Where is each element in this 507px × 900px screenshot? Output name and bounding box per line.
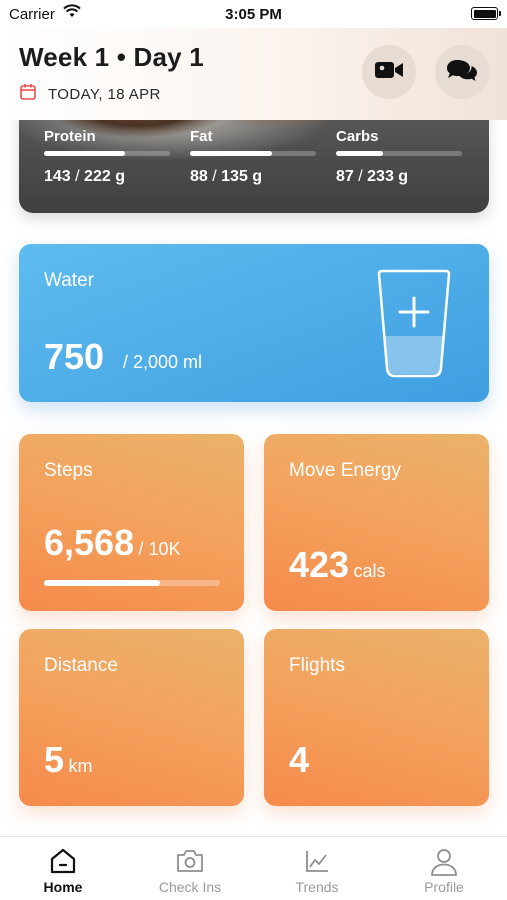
today-date: TODAY, 18 APR <box>48 85 161 103</box>
macro-value: 87 / 233 g <box>336 168 409 185</box>
chat-bubbles-icon <box>446 57 478 88</box>
calendar-icon <box>20 83 36 105</box>
dashboard-content[interactable]: Protein 143 / 222 g Fat 88 / 135 g Carbs… <box>0 120 507 836</box>
home-icon <box>49 847 77 880</box>
chart-icon <box>303 847 331 880</box>
macro-progress-bar <box>336 151 462 156</box>
chat-button[interactable] <box>435 45 489 99</box>
tab-label: Profile <box>424 879 464 895</box>
nutrition-card[interactable]: Protein 143 / 222 g Fat 88 / 135 g Carbs… <box>19 120 489 213</box>
tab-label: Home <box>43 879 83 895</box>
steps-value-row: 6,568 / 10K <box>44 522 181 564</box>
steps-goal: / 10K <box>138 539 181 559</box>
macro-progress-fill <box>190 151 273 156</box>
flights-value-row: 4 <box>289 739 309 781</box>
macro-protein: Protein 143 / 222 g <box>44 128 170 186</box>
water-goal: / 2,000 ml <box>123 352 203 372</box>
steps-label: Steps <box>44 460 93 481</box>
macro-label: Fat <box>190 128 213 145</box>
camera-icon <box>175 847 205 880</box>
move-energy-label: Move Energy <box>289 460 401 481</box>
tab-label: Check Ins <box>158 879 222 895</box>
steps-value: 6,568 <box>44 522 135 563</box>
macro-goal: 222 g <box>84 168 125 185</box>
status-bar: Carrier 3:05 PM <box>0 0 507 28</box>
steps-card[interactable]: Steps 6,568 / 10K <box>19 434 244 611</box>
macro-goal: 233 g <box>367 168 409 185</box>
macro-value: 88 / 135 g <box>190 168 263 185</box>
macro-consumed: 143 <box>44 168 71 185</box>
flights-label: Flights <box>289 655 345 676</box>
steps-progress-bar <box>44 580 220 586</box>
move-energy-value: 423 <box>289 544 350 585</box>
macro-value: 143 / 222 g <box>44 168 125 185</box>
macro-progress-fill <box>336 151 383 156</box>
macro-consumed: 87 <box>336 168 354 185</box>
profile-icon <box>429 847 459 882</box>
water-value: 750 <box>44 336 105 377</box>
tab-label: Trends <box>295 879 339 895</box>
macro-progress-fill <box>44 151 126 156</box>
distance-card[interactable]: Distance 5 km <box>19 629 244 806</box>
distance-value-row: 5 km <box>44 739 92 781</box>
macro-label: Carbs <box>336 128 379 145</box>
date-row: TODAY, 18 APR <box>20 83 161 105</box>
water-card[interactable]: Water 750 / 2,000 ml <box>19 244 489 402</box>
move-energy-value-row: 423 cals <box>289 544 386 586</box>
add-water-glass-icon[interactable] <box>375 268 453 385</box>
steps-progress-fill <box>44 580 160 586</box>
macro-fat: Fat 88 / 135 g <box>190 128 316 186</box>
tab-profile[interactable]: Profile <box>381 837 507 900</box>
tab-home[interactable]: Home <box>0 837 126 900</box>
macro-label: Protein <box>44 128 96 145</box>
page-title: Week 1 • Day 1 <box>19 42 204 72</box>
water-label: Water <box>44 270 94 291</box>
macro-goal: 135 g <box>221 168 263 185</box>
video-camera-icon <box>374 60 404 85</box>
tab-trends[interactable]: Trends <box>254 837 380 900</box>
distance-value: 5 <box>44 739 65 780</box>
tab-check-ins[interactable]: Check Ins <box>127 837 253 900</box>
battery-icon <box>471 7 501 20</box>
video-call-button[interactable] <box>362 45 416 99</box>
distance-label: Distance <box>44 655 118 676</box>
macro-progress-bar <box>190 151 316 156</box>
macro-carbs: Carbs 87 / 233 g <box>336 128 462 186</box>
move-energy-card[interactable]: Move Energy 423 cals <box>264 434 489 611</box>
flights-card[interactable]: Flights 4 <box>264 629 489 806</box>
macro-consumed: 88 <box>190 168 208 185</box>
move-energy-unit: cals <box>353 561 386 581</box>
clock-time: 3:05 PM <box>225 6 282 23</box>
distance-unit: km <box>68 756 93 776</box>
flights-value: 4 <box>289 739 310 780</box>
page-header: Week 1 • Day 1 TODAY, 18 APR <box>0 28 507 120</box>
tab-bar: Home Check Ins Trends Profile <box>0 836 507 900</box>
macro-progress-bar <box>44 151 170 156</box>
